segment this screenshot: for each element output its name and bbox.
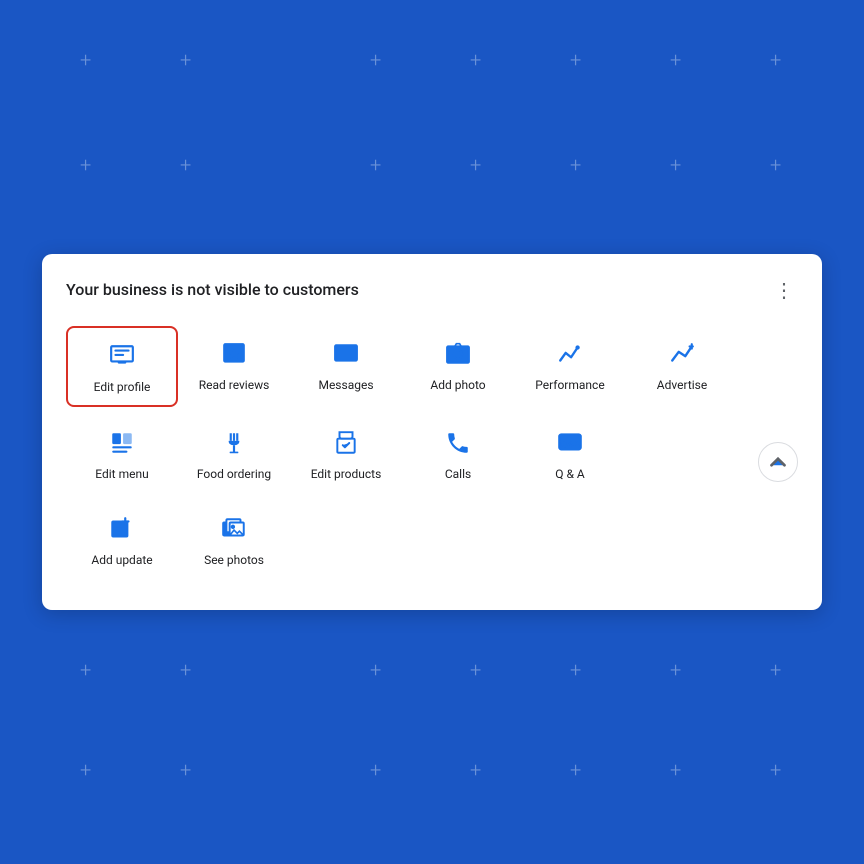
edit-profile-icon	[104, 338, 140, 374]
messages-button[interactable]: Messages	[290, 326, 402, 404]
more-options-button[interactable]: ⋮	[770, 274, 798, 306]
card-header: Your business is not visible to customer…	[66, 274, 798, 306]
advertise-icon	[664, 336, 700, 372]
edit-profile-button[interactable]: Edit profile	[66, 326, 178, 408]
food-ordering-icon	[216, 425, 252, 461]
see-photos-label: See photos	[204, 553, 264, 569]
edit-menu-button[interactable]: Edit menu	[66, 415, 178, 493]
business-card: Your business is not visible to customer…	[42, 254, 822, 611]
read-reviews-icon	[216, 336, 252, 372]
qa-button[interactable]: Q&A Q & A	[514, 415, 626, 493]
read-reviews-label: Read reviews	[199, 378, 270, 394]
expand-button[interactable]	[758, 442, 798, 482]
see-photos-icon	[216, 511, 252, 547]
messages-label: Messages	[318, 378, 373, 394]
edit-menu-icon	[104, 425, 140, 461]
edit-products-label: Edit products	[311, 467, 382, 483]
performance-icon	[552, 336, 588, 372]
performance-button[interactable]: Performance	[514, 326, 626, 404]
actions-row-3: Add update See photos	[66, 501, 798, 579]
qa-icon: Q&A	[552, 425, 588, 461]
add-photo-button[interactable]: Add photo	[402, 326, 514, 404]
actions-row-2: Edit menu Food ordering	[66, 415, 758, 493]
add-update-icon	[104, 511, 140, 547]
food-ordering-label: Food ordering	[197, 467, 271, 483]
advertise-button[interactable]: Advertise	[626, 326, 738, 404]
food-ordering-button[interactable]: Food ordering	[178, 415, 290, 493]
edit-profile-label: Edit profile	[94, 380, 151, 396]
messages-icon	[328, 336, 364, 372]
calls-icon	[440, 425, 476, 461]
add-update-button[interactable]: Add update	[66, 501, 178, 579]
actions-row-1: Edit profile Read reviews Messages	[66, 326, 798, 408]
calls-label: Calls	[445, 467, 471, 483]
read-reviews-button[interactable]: Read reviews	[178, 326, 290, 404]
svg-text:Q&A: Q&A	[560, 438, 580, 448]
card-title: Your business is not visible to customer…	[66, 280, 359, 299]
add-update-label: Add update	[91, 553, 152, 569]
add-photo-icon	[440, 336, 476, 372]
calls-button[interactable]: Calls	[402, 415, 514, 493]
advertise-label: Advertise	[657, 378, 707, 394]
performance-label: Performance	[535, 378, 604, 394]
edit-products-icon	[328, 425, 364, 461]
see-photos-button[interactable]: See photos	[178, 501, 290, 579]
actions-row-2-wrapper: Edit menu Food ordering	[66, 415, 798, 501]
qa-label: Q & A	[555, 467, 585, 483]
edit-menu-label: Edit menu	[95, 467, 148, 483]
edit-products-button[interactable]: Edit products	[290, 415, 402, 493]
add-photo-label: Add photo	[430, 378, 485, 394]
